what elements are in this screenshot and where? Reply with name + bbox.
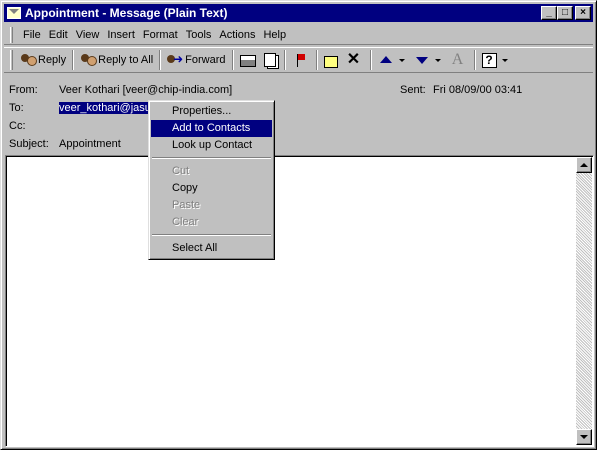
delete-button[interactable]: ✕ bbox=[343, 49, 367, 71]
toolbar-separator bbox=[231, 50, 234, 70]
envelope-icon bbox=[7, 7, 21, 19]
font-icon: A bbox=[451, 51, 464, 68]
ctx-properties[interactable]: Properties... bbox=[151, 103, 272, 120]
ctx-clear: Clear bbox=[172, 216, 199, 228]
down-arrow-icon bbox=[414, 52, 430, 68]
menu-view[interactable]: View bbox=[72, 29, 104, 41]
copy-button[interactable] bbox=[261, 49, 281, 71]
menu-format[interactable]: Format bbox=[139, 29, 182, 41]
toolbar-separator bbox=[283, 50, 286, 70]
ctx-cut: Cut bbox=[172, 165, 190, 177]
font-size-button[interactable]: A bbox=[447, 49, 471, 71]
move-folder-icon bbox=[323, 55, 338, 68]
menubar-grip[interactable] bbox=[10, 26, 13, 43]
to-row: To: veer_kothari@jasu bbox=[9, 102, 151, 114]
ctx-look-up-contact[interactable]: Look up Contact bbox=[151, 137, 272, 154]
reply-all-label: Reply to All bbox=[98, 54, 154, 66]
message-window: Appointment - Message (Plain Text) _ □ ×… bbox=[0, 0, 597, 450]
chevron-down-icon[interactable] bbox=[434, 58, 441, 62]
from-value[interactable]: Veer Kothari [veer@chip-india.com] bbox=[59, 84, 232, 96]
up-arrow-icon bbox=[378, 52, 394, 68]
message-header: From: Veer Kothari [veer@chip-india.com]… bbox=[4, 77, 593, 153]
move-to-folder-button[interactable] bbox=[321, 49, 343, 71]
cc-label: Cc: bbox=[9, 120, 26, 132]
menu-tools[interactable]: Tools bbox=[182, 29, 216, 41]
window-controls: _ □ × bbox=[541, 6, 591, 20]
forward-button[interactable]: Forward bbox=[164, 49, 228, 71]
subject-label: Subject: bbox=[9, 138, 49, 150]
toolbar-separator bbox=[369, 50, 372, 70]
chevron-down-icon[interactable] bbox=[501, 58, 508, 62]
title-bar[interactable]: Appointment - Message (Plain Text) _ □ × bbox=[4, 4, 593, 22]
cc-row: Cc: bbox=[9, 120, 59, 132]
maximize-button[interactable]: □ bbox=[557, 6, 573, 20]
menu-help[interactable]: Help bbox=[259, 29, 290, 41]
menu-edit[interactable]: Edit bbox=[45, 29, 72, 41]
delete-icon: ✕ bbox=[346, 51, 361, 68]
reply-icon bbox=[20, 52, 37, 68]
forward-icon bbox=[167, 52, 183, 68]
flag-icon bbox=[292, 52, 308, 68]
sent-label: Sent: bbox=[400, 84, 426, 96]
copy-icon bbox=[263, 53, 276, 67]
print-button[interactable] bbox=[237, 49, 261, 71]
toolbar-separator bbox=[315, 50, 318, 70]
menu-separator bbox=[152, 234, 271, 236]
printer-icon bbox=[239, 55, 256, 67]
help-button[interactable]: ? bbox=[479, 49, 514, 71]
reply-all-icon bbox=[80, 52, 98, 68]
ctx-select-all[interactable]: Select All bbox=[151, 240, 272, 257]
reply-all-button[interactable]: Reply to All bbox=[77, 49, 156, 71]
previous-item-button[interactable] bbox=[375, 49, 411, 71]
standard-toolbar: Reply Reply to All Forward ✕ bbox=[4, 47, 593, 73]
context-menu: Properties... Add to Contacts Look up Co… bbox=[148, 100, 275, 260]
sent-value: Fri 08/09/00 03:41 bbox=[433, 84, 523, 96]
menu-insert[interactable]: Insert bbox=[103, 29, 139, 41]
reply-label: Reply bbox=[38, 54, 67, 66]
minimize-button[interactable]: _ bbox=[541, 6, 557, 20]
from-label: From: bbox=[9, 84, 38, 96]
chevron-down-icon[interactable] bbox=[398, 58, 405, 62]
close-button[interactable]: × bbox=[575, 6, 591, 20]
menu-bar: File Edit View Insert Format Tools Actio… bbox=[4, 25, 593, 45]
reply-button[interactable]: Reply bbox=[17, 49, 69, 71]
to-value[interactable]: veer_kothari@jasu bbox=[59, 102, 151, 114]
menu-actions[interactable]: Actions bbox=[215, 29, 259, 41]
scroll-down-button[interactable] bbox=[576, 429, 592, 445]
message-body[interactable] bbox=[5, 155, 594, 447]
next-item-button[interactable] bbox=[411, 49, 447, 71]
menu-file[interactable]: File bbox=[19, 29, 45, 41]
toolbar-grip[interactable] bbox=[10, 50, 13, 70]
forward-label: Forward bbox=[185, 54, 226, 66]
menu-separator bbox=[152, 157, 271, 159]
help-icon: ? bbox=[481, 52, 497, 68]
scroll-up-button[interactable] bbox=[576, 157, 592, 173]
subject-value[interactable]: Appointment bbox=[59, 138, 121, 150]
toolbar-separator bbox=[72, 50, 75, 70]
to-label: To: bbox=[9, 102, 24, 114]
sent-row: Sent: Fri 08/09/00 03:41 bbox=[400, 84, 522, 96]
flag-button[interactable] bbox=[289, 49, 313, 71]
from-row: From: Veer Kothari [veer@chip-india.com] bbox=[9, 84, 232, 96]
window-title: Appointment - Message (Plain Text) bbox=[25, 6, 228, 20]
vertical-scrollbar[interactable] bbox=[576, 157, 592, 445]
ctx-copy[interactable]: Copy bbox=[151, 180, 272, 197]
toolbar-separator bbox=[473, 50, 476, 70]
ctx-add-to-contacts[interactable]: Add to Contacts bbox=[151, 120, 272, 137]
ctx-paste: Paste bbox=[172, 199, 201, 211]
subject-row: Subject: Appointment bbox=[9, 138, 121, 150]
toolbar-separator bbox=[159, 50, 162, 70]
